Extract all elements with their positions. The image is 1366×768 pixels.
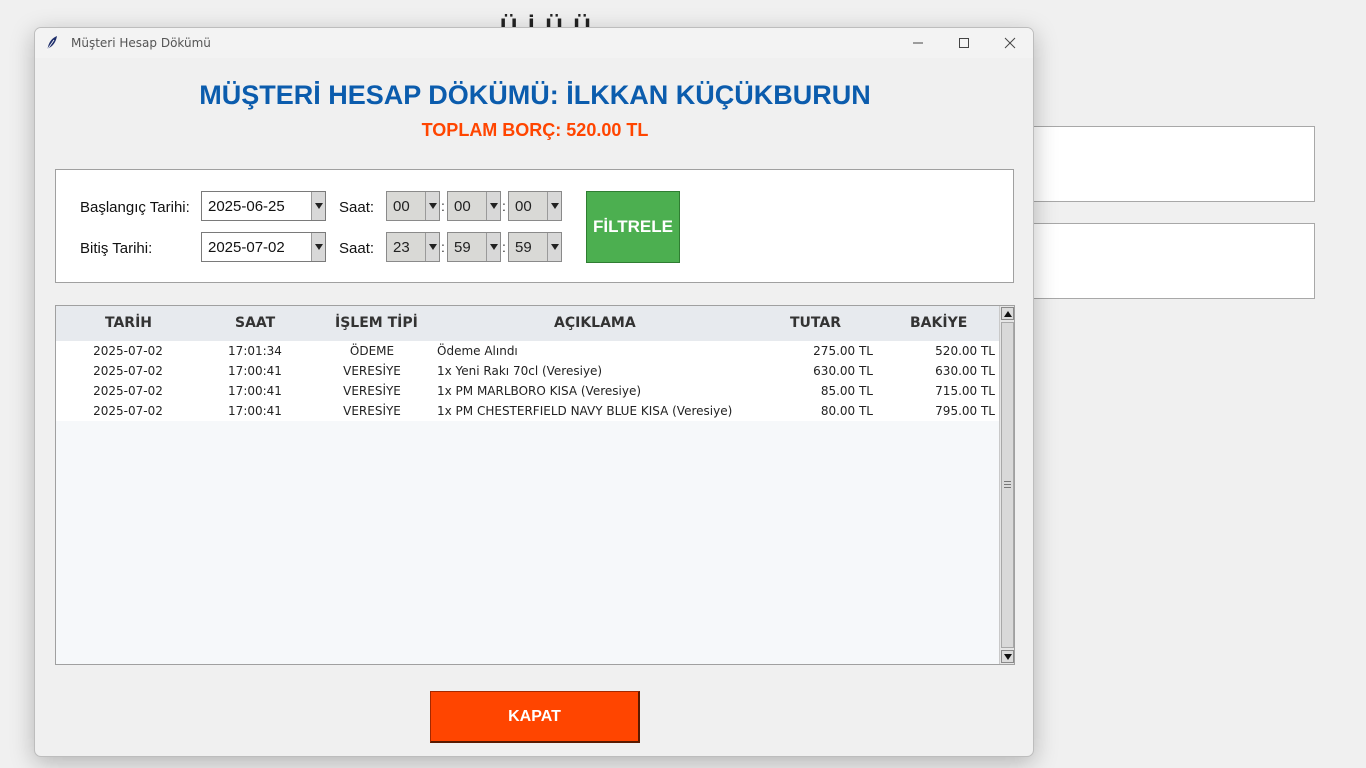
- background-panel: [1030, 223, 1315, 299]
- start-time-label: Saat:: [339, 199, 375, 216]
- table-row[interactable]: 2025-07-02 17:00:41 VERESİYE 1x PM MARLB…: [56, 381, 999, 401]
- cell-time: 17:00:41: [228, 384, 282, 398]
- cell-description: 1x PM CHESTERFIELD NAVY BLUE KISA (Veres…: [437, 404, 733, 418]
- end-time-label: Saat:: [339, 240, 375, 257]
- cell-description: 1x PM MARLBORO KISA (Veresiye): [437, 384, 642, 398]
- cell-type: VERESİYE: [343, 364, 401, 378]
- end-date-value: 2025-07-02: [208, 239, 285, 256]
- start-date-combobox[interactable]: 2025-06-25: [201, 191, 326, 221]
- column-header-description[interactable]: AÇIKLAMA: [554, 315, 636, 331]
- cell-type: VERESİYE: [343, 384, 401, 398]
- minimize-icon: [913, 42, 923, 44]
- dropdown-arrow-icon[interactable]: [486, 233, 500, 261]
- column-header-date[interactable]: TARİH: [105, 315, 152, 331]
- dropdown-arrow-icon[interactable]: [547, 233, 561, 261]
- cell-amount: 275.00 TL: [813, 344, 873, 358]
- maximize-icon: [959, 38, 969, 48]
- background-window-title: Ü İ Ü Ü: [500, 14, 593, 28]
- cell-balance: 715.00 TL: [935, 384, 995, 398]
- cell-description: 1x Yeni Rakı 70cl (Veresiye): [437, 364, 603, 378]
- cell-type: VERESİYE: [343, 404, 401, 418]
- title-bar: Müşteri Hesap Dökümü: [35, 28, 1033, 58]
- column-header-type[interactable]: İŞLEM TİPİ: [335, 315, 418, 331]
- total-debt: TOPLAM BORÇ: 520.00 TL: [421, 120, 649, 140]
- cell-balance: 520.00 TL: [935, 344, 995, 358]
- close-icon: [1004, 37, 1016, 49]
- start-second-value: 00: [515, 198, 532, 215]
- table-header: TARİH SAAT İŞLEM TİPİ AÇIKLAMA TUTAR BAK…: [56, 306, 999, 341]
- cell-time: 17:00:41: [228, 404, 282, 418]
- cell-date: 2025-07-02: [93, 384, 163, 398]
- time-separator: :: [502, 198, 506, 214]
- scrollbar-thumb[interactable]: [1001, 322, 1014, 648]
- filter-button[interactable]: FİLTRELE: [586, 191, 680, 263]
- cell-amount: 80.00 TL: [820, 404, 873, 418]
- cell-description: Ödeme Alındı: [437, 344, 518, 358]
- end-date-label: Bitiş Tarihi:: [80, 240, 153, 257]
- cell-amount: 630.00 TL: [813, 364, 873, 378]
- dropdown-arrow-icon[interactable]: [425, 192, 439, 220]
- dropdown-arrow-icon[interactable]: [425, 233, 439, 261]
- end-second-combobox[interactable]: 59: [508, 232, 562, 262]
- end-minute-combobox[interactable]: 59: [447, 232, 501, 262]
- vertical-scrollbar[interactable]: [999, 306, 1014, 664]
- dropdown-arrow-icon[interactable]: [311, 233, 325, 261]
- close-button[interactable]: KAPAT: [430, 691, 640, 743]
- time-separator: :: [441, 239, 445, 255]
- transactions-table: TARİH SAAT İŞLEM TİPİ AÇIKLAMA TUTAR BAK…: [55, 305, 1015, 665]
- column-header-balance[interactable]: BAKİYE: [910, 315, 967, 331]
- start-minute-value: 00: [454, 198, 471, 215]
- start-date-label: Başlangıç Tarihi:: [80, 199, 190, 216]
- table-row[interactable]: 2025-07-02 17:00:41 VERESİYE 1x Yeni Rak…: [56, 361, 999, 381]
- page-title: MÜŞTERİ HESAP DÖKÜMÜ: İLKKAN KÜÇÜKBURUN: [199, 80, 871, 110]
- cell-balance: 795.00 TL: [935, 404, 995, 418]
- background-panel: [1030, 126, 1315, 202]
- time-separator: :: [502, 239, 506, 255]
- table-body: 2025-07-02 17:01:34 ÖDEME Ödeme Alındı 2…: [56, 341, 999, 421]
- cell-date: 2025-07-02: [93, 364, 163, 378]
- start-date-value: 2025-06-25: [208, 198, 285, 215]
- close-window-button[interactable]: [987, 28, 1033, 58]
- dropdown-arrow-icon[interactable]: [311, 192, 325, 220]
- cell-time: 17:00:41: [228, 364, 282, 378]
- cell-amount: 85.00 TL: [820, 384, 873, 398]
- dropdown-arrow-icon[interactable]: [486, 192, 500, 220]
- scroll-up-arrow-icon[interactable]: [1001, 307, 1014, 320]
- cell-date: 2025-07-02: [93, 344, 163, 358]
- dropdown-arrow-icon[interactable]: [547, 192, 561, 220]
- start-second-combobox[interactable]: 00: [508, 191, 562, 221]
- end-second-value: 59: [515, 239, 532, 256]
- end-date-combobox[interactable]: 2025-07-02: [201, 232, 326, 262]
- filter-panel: Başlangıç Tarihi: 2025-06-25 Saat: 00 : …: [55, 169, 1014, 283]
- maximize-button[interactable]: [941, 28, 987, 58]
- feather-icon: [45, 35, 67, 51]
- end-hour-value: 23: [393, 239, 410, 256]
- account-statement-window: Müşteri Hesap Dökümü MÜŞTERİ HESAP DÖKÜM…: [34, 27, 1034, 757]
- table-row[interactable]: 2025-07-02 17:00:41 VERESİYE 1x PM CHEST…: [56, 401, 999, 421]
- start-minute-combobox[interactable]: 00: [447, 191, 501, 221]
- window-title: Müşteri Hesap Dökümü: [71, 36, 211, 50]
- cell-balance: 630.00 TL: [935, 364, 995, 378]
- scroll-down-arrow-icon[interactable]: [1001, 650, 1014, 663]
- table-row[interactable]: 2025-07-02 17:01:34 ÖDEME Ödeme Alındı 2…: [56, 341, 999, 361]
- cell-date: 2025-07-02: [93, 404, 163, 418]
- time-separator: :: [441, 198, 445, 214]
- end-hour-combobox[interactable]: 23: [386, 232, 440, 262]
- start-hour-value: 00: [393, 198, 410, 215]
- start-hour-combobox[interactable]: 00: [386, 191, 440, 221]
- end-minute-value: 59: [454, 239, 471, 256]
- column-header-amount[interactable]: TUTAR: [790, 315, 841, 331]
- cell-type: ÖDEME: [349, 344, 395, 358]
- cell-time: 17:01:34: [228, 344, 282, 358]
- minimize-button[interactable]: [895, 28, 941, 58]
- column-header-time[interactable]: SAAT: [235, 315, 275, 331]
